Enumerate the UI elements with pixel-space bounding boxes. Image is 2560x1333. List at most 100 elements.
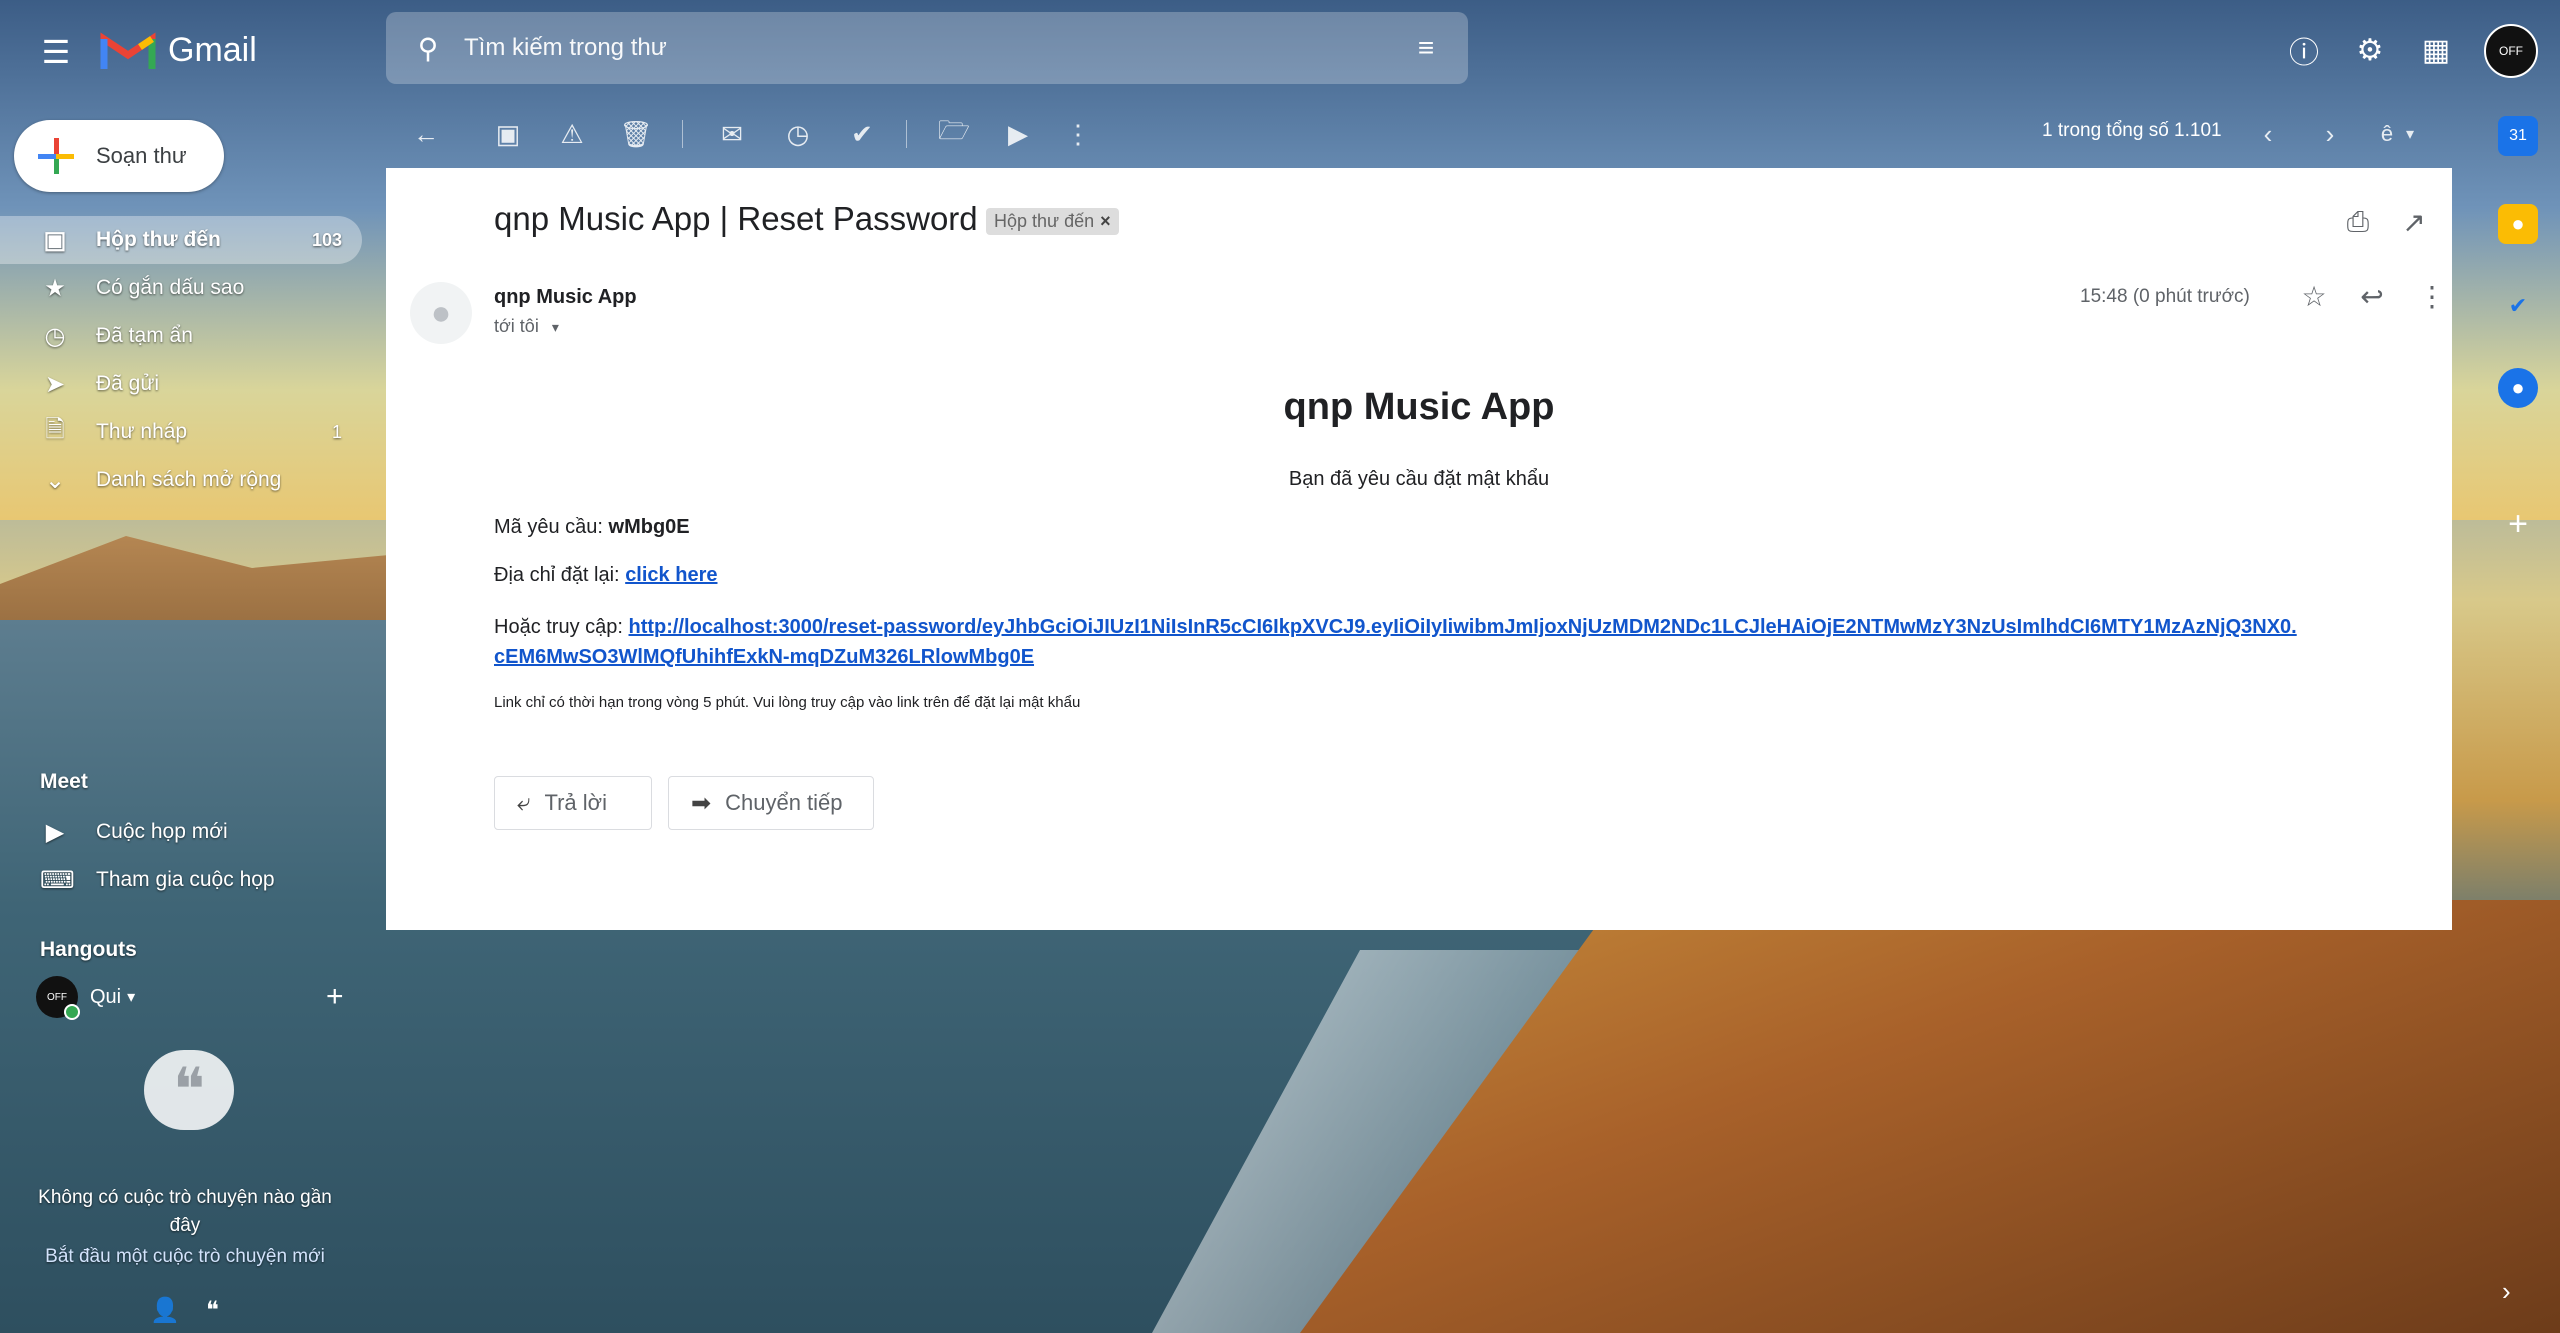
newer-chevron-icon[interactable]: ‹	[2248, 114, 2288, 154]
report-spam-icon[interactable]: ⚠	[552, 114, 592, 154]
chat-quote-icon[interactable]: ❝	[206, 1296, 219, 1325]
meet-item-label: Tham gia cuộc họp	[96, 868, 275, 891]
chevron-right-icon[interactable]: ›	[2502, 1276, 2511, 1307]
app-name: Gmail	[168, 30, 257, 69]
recipient-label: tới tôi	[494, 316, 539, 336]
add-task-icon[interactable]: ✔	[842, 114, 882, 154]
draft-icon: 🗎	[45, 415, 65, 443]
reply-icon[interactable]: ↩	[2352, 276, 2392, 316]
chevron-down-icon[interactable]: ▾	[2398, 114, 2422, 154]
pagination-text: 1 trong tổng số 1.101	[2042, 120, 2222, 141]
more-vert-icon[interactable]: ⋮	[2412, 276, 2452, 316]
archive-icon[interactable]: ▣	[488, 114, 528, 154]
label-icon[interactable]: ▶	[998, 114, 1038, 154]
move-to-folder-icon[interactable]: 🗁	[934, 114, 974, 154]
request-code-line: Mã yêu cầu: wMbg0E	[494, 516, 690, 539]
inbox-icon: ▣	[43, 226, 67, 254]
print-icon[interactable]: ⎙	[2338, 202, 2378, 242]
toolbar-divider	[906, 120, 907, 148]
access-url-line: Hoặc truy cập: http://localhost:3000/res…	[494, 612, 2354, 672]
older-chevron-icon[interactable]: ›	[2310, 114, 2350, 154]
keyboard-icon: ⌨	[40, 866, 75, 894]
reset-address-line: Địa chỉ đặt lại: click here	[494, 564, 717, 587]
search-options-icon[interactable]: ≡	[1406, 28, 1446, 68]
compose-label: Soạn thư	[96, 143, 187, 168]
reply-button[interactable]: ⤶ Trả lời	[494, 776, 652, 830]
send-icon: ➤	[44, 370, 66, 398]
sidebar-item-starred[interactable]: ★ Có gắn dấu sao	[0, 264, 362, 312]
sidebar-item-label: Hộp thư đến	[96, 228, 221, 251]
gmail-m-icon	[100, 32, 156, 69]
sidebar-item-inbox[interactable]: ▣ Hộp thư đến 103	[0, 216, 362, 264]
message-time: 15:48 (0 phút trước)	[2080, 286, 2250, 307]
contacts-icon[interactable]: 👤	[150, 1296, 180, 1325]
add-addon-icon[interactable]: +	[2498, 504, 2538, 544]
hangouts-empty-text: Không có cuộc trò chuyện nào gần đây	[38, 1187, 332, 1236]
join-meeting-item[interactable]: ⌨ Tham gia cuộc họp	[0, 856, 362, 904]
remove-label-icon[interactable]: ×	[1100, 211, 1111, 231]
main-menu-icon[interactable]: ☰	[32, 28, 80, 76]
hangouts-user-name: Qui	[90, 985, 122, 1008]
video-icon: ▶	[45, 818, 65, 846]
sidebar-item-drafts[interactable]: 🗎 Thư nháp 1	[0, 408, 362, 456]
hangouts-user[interactable]: OFF Qui ▾	[36, 976, 135, 1020]
search-icon[interactable]: ⚲	[408, 28, 448, 68]
reset-url-link[interactable]: http://localhost:3000/reset-password/eyJ…	[629, 616, 2297, 638]
top-bar: ☰ Gmail ⚲ ≡ ⓘ ⚙ ▦ OFF	[0, 0, 2560, 100]
online-status-icon	[64, 1004, 80, 1020]
sidebar-item-label: Có gắn dấu sao	[96, 276, 245, 299]
back-arrow-icon[interactable]: ←	[406, 114, 446, 154]
message-subject: qnp Music App | Reset Password	[494, 200, 978, 237]
sidebar-item-snoozed[interactable]: ◷ Đã tạm ẩn	[0, 312, 362, 360]
gmail-logo[interactable]: Gmail	[100, 24, 257, 76]
sender-name[interactable]: qnp Music App	[494, 286, 637, 309]
open-in-new-window-icon[interactable]: ↗	[2394, 202, 2434, 242]
reset-label: Địa chỉ đặt lại:	[494, 564, 620, 586]
tasks-icon[interactable]: ✔	[2498, 286, 2538, 326]
calendar-icon[interactable]: 31	[2498, 116, 2538, 156]
contacts-icon[interactable]: ●	[2498, 368, 2538, 408]
account-avatar[interactable]: OFF	[2484, 24, 2538, 78]
help-icon[interactable]: ⓘ	[2280, 26, 2328, 74]
keep-icon[interactable]: ●	[2498, 204, 2538, 244]
side-panel: 31 ● ✔ ● + ›	[2478, 100, 2560, 1333]
avatar: OFF	[36, 976, 80, 1020]
compose-plus-icon	[34, 134, 78, 178]
delete-icon[interactable]: 🗑	[616, 114, 656, 154]
sidebar-item-label: Đã gửi	[96, 372, 160, 395]
draft-count: 1	[331, 421, 342, 442]
request-code: wMbg0E	[608, 516, 690, 538]
star-icon[interactable]: ☆	[2294, 276, 2334, 316]
forward-label: Chuyển tiếp	[725, 790, 843, 815]
search-bar: ⚲ ≡	[386, 12, 1468, 84]
apps-grid-icon[interactable]: ▦	[2412, 26, 2460, 74]
reset-url-link-cont[interactable]: cEM6MwSO3WlMQfUhihfExkN-mqDZuM326LRlowMb…	[494, 646, 1034, 668]
meet-section-title: Meet	[40, 770, 88, 793]
add-chat-icon[interactable]: +	[326, 980, 344, 1014]
hangouts-start-link[interactable]: Bắt đầu một cuộc trò chuyện mới	[30, 1246, 340, 1268]
expiry-note: Link chỉ có thời hạn trong vòng 5 phút. …	[494, 694, 1081, 711]
reply-label: Trả lời	[544, 790, 607, 815]
sidebar-item-label: Thư nháp	[96, 420, 188, 443]
sidebar-item-label: Danh sách mở rộng	[96, 468, 282, 491]
code-label: Mã yêu cầu:	[494, 516, 603, 538]
compose-button[interactable]: Soạn thư	[14, 120, 224, 192]
search-input[interactable]	[462, 33, 1406, 63]
sidebar-item-sent[interactable]: ➤ Đã gửi	[0, 360, 362, 408]
reset-link[interactable]: click here	[625, 564, 717, 586]
clock-icon: ◷	[44, 322, 66, 350]
new-meeting-item[interactable]: ▶ Cuộc họp mới	[0, 808, 362, 856]
forward-button[interactable]: ➡ Chuyển tiếp	[668, 776, 874, 830]
settings-gear-icon[interactable]: ⚙	[2346, 26, 2394, 74]
sidebar-item-more[interactable]: ⌄ Danh sách mở rộng	[0, 456, 362, 504]
mark-unread-icon[interactable]: ✉	[712, 114, 752, 154]
inbox-label-chip[interactable]: Hộp thư đến ×	[986, 208, 1119, 235]
access-label: Hoặc truy cập:	[494, 616, 623, 638]
recipient-details[interactable]: tới tôi ▾	[494, 316, 559, 337]
chevron-down-icon: ▾	[551, 319, 559, 335]
meet-item-label: Cuộc họp mới	[96, 820, 228, 843]
snooze-clock-icon[interactable]: ◷	[778, 114, 818, 154]
sender-avatar: ●	[410, 282, 472, 344]
email-body-title: qnp Music App	[1283, 386, 1555, 428]
more-vert-icon[interactable]: ⋮	[1058, 114, 1098, 154]
